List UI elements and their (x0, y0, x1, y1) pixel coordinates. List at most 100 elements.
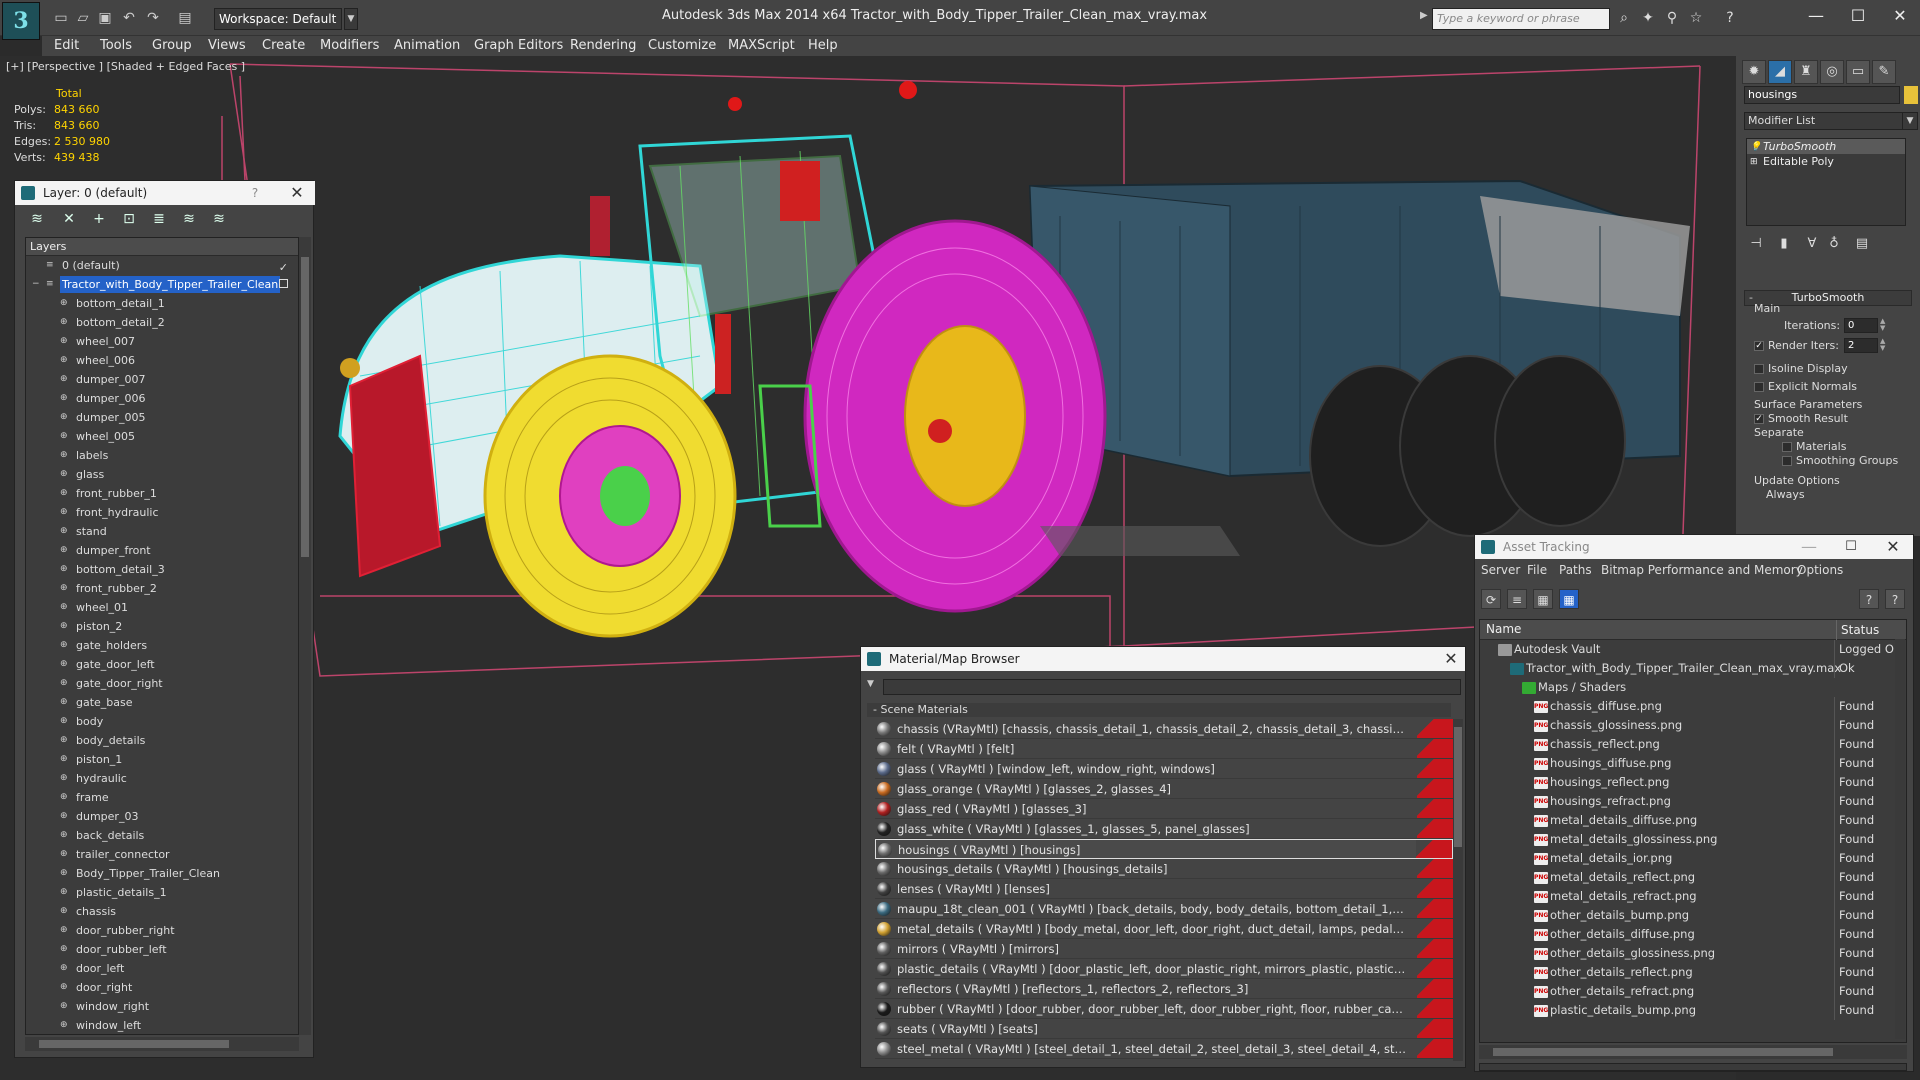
refresh-icon[interactable]: ⟳ (1481, 589, 1501, 609)
material-row[interactable]: glass ( VRayMtl ) [window_left, window_r… (875, 759, 1453, 779)
pin-stack-icon[interactable]: ⊣ (1746, 234, 1766, 254)
menu-tools[interactable]: Tools (100, 38, 132, 53)
material-row[interactable]: metal_details ( VRayMtl ) [body_metal, d… (875, 919, 1453, 939)
layer-object-row[interactable]: ⊕ stand (26, 522, 298, 541)
minimize-button[interactable]: — (1796, 4, 1836, 28)
favorites-star-icon[interactable]: ☆ (1686, 9, 1706, 27)
motion-tab-icon[interactable]: ◎ (1820, 60, 1844, 84)
current-layer-check-icon[interactable]: ✓ (279, 258, 288, 275)
asset-row[interactable]: PNG other_details_reflect.png Found (1480, 963, 1906, 982)
layer-object-row[interactable]: ⊕ wheel_01 (26, 598, 298, 617)
freeze-all-icon[interactable]: ≋ (209, 209, 229, 229)
modifier-list-arrow-icon[interactable]: ▼ (1902, 112, 1918, 130)
layer-object-row[interactable]: ⊕ hydraulic (26, 769, 298, 788)
collapse-minus-icon[interactable]: − (32, 279, 42, 289)
open-file-icon[interactable]: ▱ (74, 9, 92, 27)
menu-views[interactable]: Views (208, 38, 246, 53)
asset-menu-server[interactable]: Server (1481, 563, 1520, 577)
object-name-input[interactable]: housings (1744, 86, 1900, 104)
layer-object-row[interactable]: ⊕ trailer_connector (26, 845, 298, 864)
make-unique-icon[interactable]: ∀ (1802, 234, 1822, 254)
vault-help-icon[interactable]: ? (1885, 589, 1905, 609)
layer-object-row[interactable]: ⊕ body (26, 712, 298, 731)
redo-icon[interactable]: ↷ (144, 9, 162, 27)
layer-object-row[interactable]: ⊕ wheel_006 (26, 351, 298, 370)
search-by-name-input[interactable] (883, 679, 1461, 695)
layer-object-row[interactable]: ⊕ dumper_005 (26, 408, 298, 427)
menu-create[interactable]: Create (262, 38, 305, 53)
hierarchy-tab-icon[interactable]: ♜ (1794, 60, 1818, 84)
asset-menu-paths[interactable]: Paths (1559, 563, 1592, 577)
menu-modifiers[interactable]: Modifiers (320, 38, 379, 53)
search-input[interactable]: Type a keyword or phrase (1432, 8, 1610, 30)
layer-row-tractor[interactable]: − ≡ Tractor_with_Body_Tipper_Trailer_Cle… (26, 275, 298, 294)
layer-object-row[interactable]: ⊕ dumper_front (26, 541, 298, 560)
asset-tracking-title-bar[interactable]: Asset Tracking — ☐ ✕ (1475, 535, 1913, 559)
menu-maxscript[interactable]: MAXScript (728, 38, 795, 53)
asset-row[interactable]: PNG chassis_diffuse.png Found (1480, 697, 1906, 716)
asset-row[interactable]: PNG metal_details_refract.png Found (1480, 887, 1906, 906)
layer-object-row[interactable]: ⊕ window_right (26, 997, 298, 1016)
layer-row-default[interactable]: ≡ 0 (default) ✓ (26, 256, 298, 275)
layer-object-row[interactable]: ⊕ door_rubber_right (26, 921, 298, 940)
render-iters-spinner[interactable]: 2 (1844, 338, 1878, 353)
asset-row[interactable]: PNG other_details_refract.png Found (1480, 982, 1906, 1001)
asset-minimize-button[interactable]: — (1797, 535, 1821, 559)
asset-vertical-scrollbar[interactable] (1895, 639, 1905, 1039)
material-browser-close-button[interactable]: ✕ (1439, 647, 1463, 671)
menu-edit[interactable]: Edit (54, 38, 79, 53)
select-objects-icon[interactable]: ⊡ (119, 209, 139, 229)
asset-row[interactable]: Autodesk Vault Logged O (1480, 640, 1906, 659)
render-iters-checkbox[interactable]: ✓ (1754, 341, 1764, 351)
binoculars-icon[interactable]: ⌕ (1614, 9, 1634, 27)
material-row[interactable]: housings ( VRayMtl ) [housings] (875, 839, 1453, 859)
stack-item-editable-poly[interactable]: ⊞ Editable Poly (1747, 154, 1905, 169)
asset-row[interactable]: PNG chassis_reflect.png Found (1480, 735, 1906, 754)
asset-row[interactable]: PNG other_details_glossiness.png Found (1480, 944, 1906, 963)
layer-object-row[interactable]: ⊕ gate_door_right (26, 674, 298, 693)
modify-tab-icon[interactable]: ◢ (1768, 60, 1792, 84)
material-row[interactable]: felt ( VRayMtl ) [felt] (875, 739, 1453, 759)
maximize-button[interactable]: ☐ (1838, 4, 1878, 28)
spinner-arrows-icon[interactable]: ▲ ▼ (1880, 318, 1888, 333)
help-button[interactable]: ? (243, 181, 267, 205)
modifier-list-dropdown[interactable]: Modifier List (1744, 112, 1904, 130)
asset-row[interactable]: PNG housings_diffuse.png Found (1480, 754, 1906, 773)
workspace-dropdown[interactable]: Workspace: Default (214, 8, 342, 30)
asset-row[interactable]: PNG metal_details_ior.png Found (1480, 849, 1906, 868)
material-row[interactable]: rubber ( VRayMtl ) [door_rubber, door_ru… (875, 999, 1453, 1019)
asset-row[interactable]: PNG other_details_diffuse.png Found (1480, 925, 1906, 944)
layer-object-row[interactable]: ⊕ gate_door_left (26, 655, 298, 674)
material-row[interactable]: reflectors ( VRayMtl ) [reflectors_1, re… (875, 979, 1453, 999)
spinner-arrows-icon[interactable]: ▲ ▼ (1880, 338, 1888, 353)
communication-center-icon[interactable]: ✦ (1638, 9, 1658, 27)
asset-row[interactable]: PNG metal_details_reflect.png Found (1480, 868, 1906, 887)
project-folder-icon[interactable]: ▤ (176, 9, 194, 27)
material-row[interactable]: glass_red ( VRayMtl ) [glasses_3] (875, 799, 1453, 819)
layer-object-row[interactable]: ⊕ bottom_detail_1 (26, 294, 298, 313)
browser-options-arrow-icon[interactable]: ▼ (867, 679, 874, 689)
menu-graph-editors[interactable]: Graph Editors (474, 38, 563, 53)
layer-object-row[interactable]: ⊕ front_rubber_2 (26, 579, 298, 598)
always-radio-label[interactable]: Always (1766, 488, 1805, 501)
scene-materials-group-header[interactable]: - Scene Materials (867, 703, 1451, 717)
material-row[interactable]: seats ( VRayMtl ) [seats] (875, 1019, 1453, 1039)
layer-object-row[interactable]: ⊕ door_rubber_left (26, 940, 298, 959)
layer-object-row[interactable]: ⊕ wheel_005 (26, 427, 298, 446)
thumbnail-view-icon[interactable]: ▦ (1533, 589, 1553, 609)
scrollbar-thumb[interactable] (39, 1040, 229, 1048)
smooth-result-checkbox[interactable]: ✓ (1754, 414, 1764, 424)
add-to-layer-icon[interactable]: + (89, 209, 109, 229)
layer-object-row[interactable]: ⊕ door_right (26, 978, 298, 997)
signin-icon[interactable]: ⚲ (1662, 9, 1682, 27)
asset-help-icon[interactable]: ? (1859, 589, 1879, 609)
layer-object-row[interactable]: ⊕ labels (26, 446, 298, 465)
layer-object-row[interactable]: ⊕ frame (26, 788, 298, 807)
iterations-spinner[interactable]: 0 (1844, 318, 1878, 333)
layer-object-row[interactable]: ⊕ dumper_03 (26, 807, 298, 826)
layer-object-row[interactable]: ⊕ door_left (26, 959, 298, 978)
layer-object-row[interactable]: ⊕ wheel_007 (26, 332, 298, 351)
material-row[interactable]: chassis (VRayMtl) [chassis, chassis_deta… (875, 719, 1453, 739)
layers-column-header[interactable]: Layers (26, 238, 298, 256)
material-row[interactable]: lenses ( VRayMtl ) [lenses] (875, 879, 1453, 899)
